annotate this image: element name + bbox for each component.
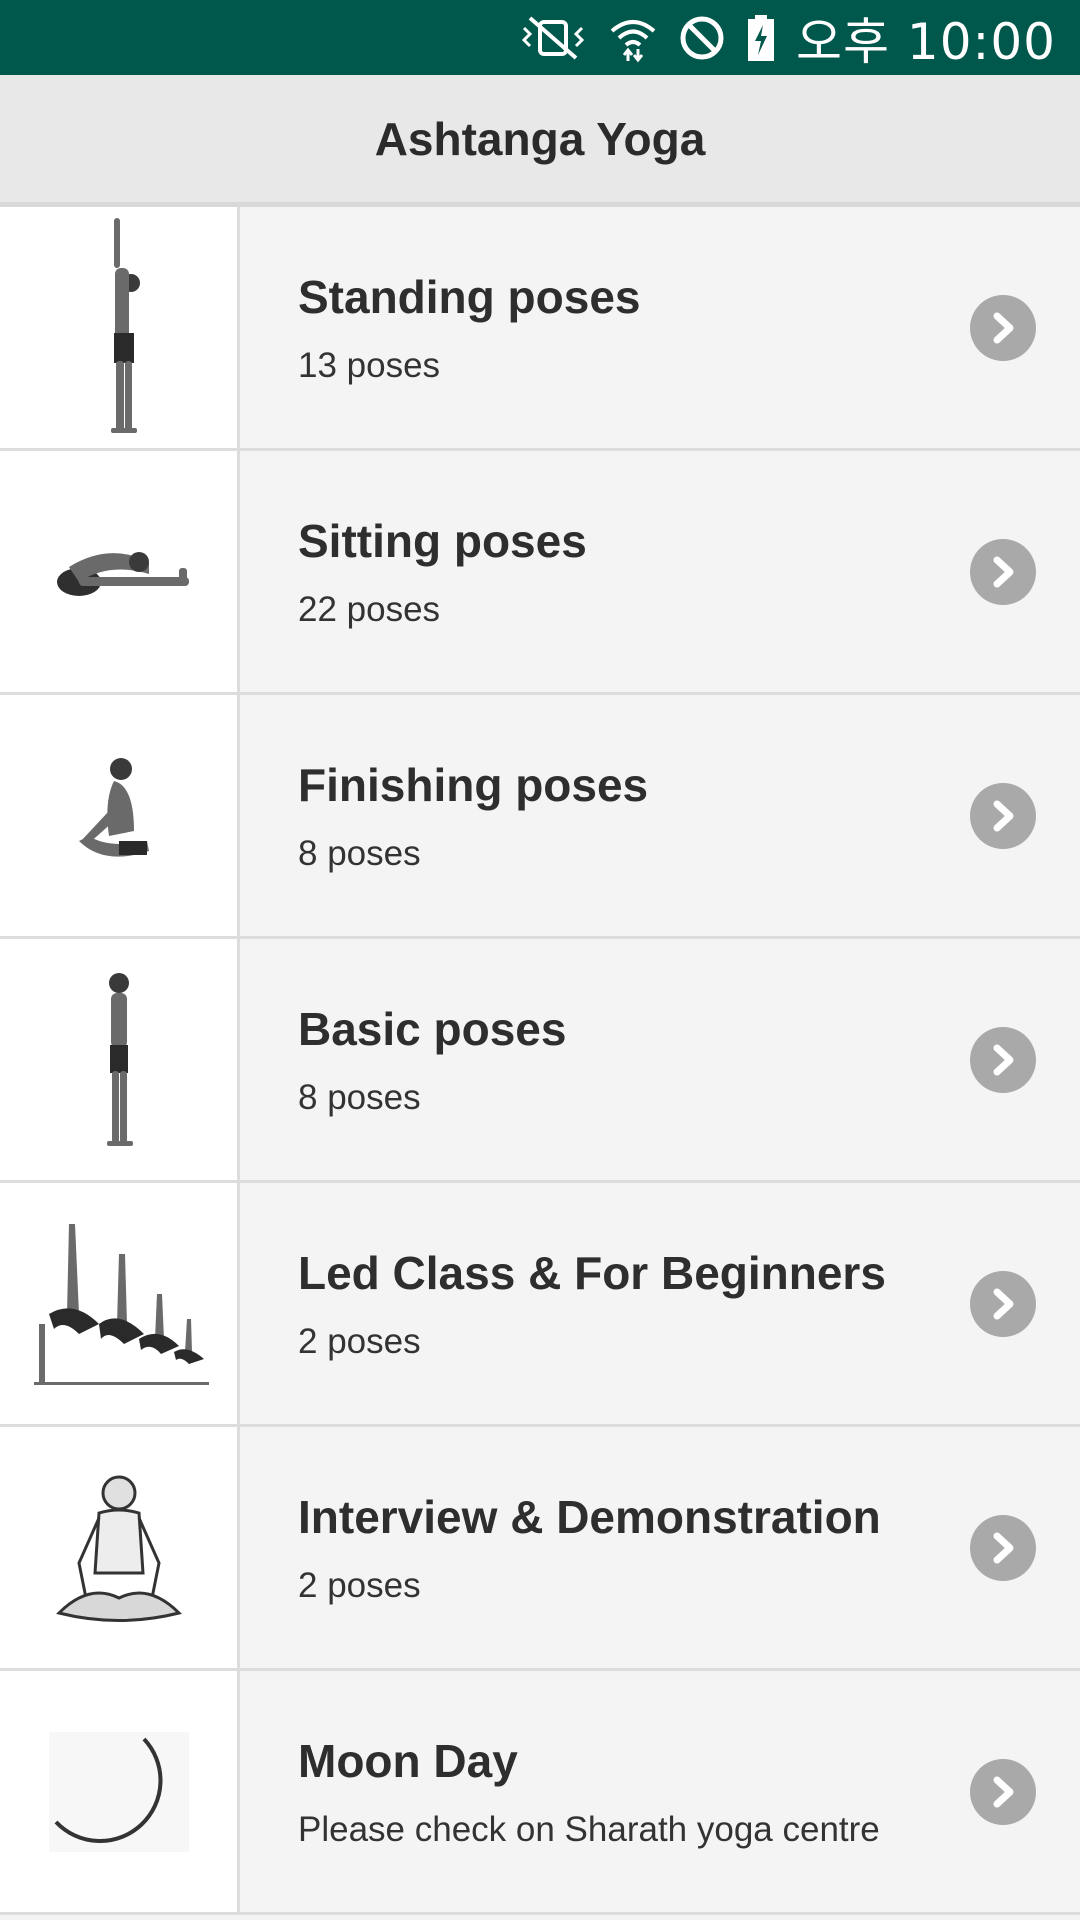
moon-image bbox=[0, 1671, 240, 1912]
list-item-basic-poses[interactable]: Basic poses 8 poses bbox=[0, 939, 1080, 1183]
category-list: Standing poses 13 poses Sitting poses 22… bbox=[0, 207, 1080, 1915]
item-subtitle: 22 poses bbox=[298, 589, 441, 629]
list-item-moon-day[interactable]: Moon Day Please check on Sharath yoga ce… bbox=[0, 1671, 1080, 1915]
list-item-interview[interactable]: Interview & Demonstration 2 poses bbox=[0, 1427, 1080, 1671]
list-item-led-class[interactable]: Led Class & For Beginners 2 poses bbox=[0, 1183, 1080, 1427]
item-subtitle: 8 poses bbox=[298, 1077, 421, 1117]
finishing-pose-image bbox=[0, 695, 240, 936]
page-title: Ashtanga Yoga bbox=[374, 112, 706, 165]
chevron-right-icon[interactable] bbox=[970, 1270, 1036, 1337]
chevron-right-icon[interactable] bbox=[970, 1026, 1036, 1093]
chevron-right-icon[interactable] bbox=[970, 782, 1036, 849]
led-class-image bbox=[0, 1183, 240, 1424]
status-bar: 오후 10:00 bbox=[0, 0, 1080, 75]
item-subtitle: Please check on Sharath yoga centre bbox=[298, 1809, 880, 1849]
item-title: Led Class & For Beginners bbox=[298, 1246, 886, 1299]
vibrate-mute-icon bbox=[518, 15, 588, 60]
item-title: Basic poses bbox=[298, 1002, 567, 1055]
item-title: Finishing poses bbox=[298, 758, 649, 811]
item-title: Standing poses bbox=[298, 270, 641, 323]
item-title: Interview & Demonstration bbox=[298, 1490, 881, 1543]
sitting-pose-image bbox=[0, 451, 240, 692]
item-title: Moon Day bbox=[298, 1734, 518, 1787]
list-item-standing-poses[interactable]: Standing poses 13 poses bbox=[0, 207, 1080, 451]
list-item-finishing-poses[interactable]: Finishing poses 8 poses bbox=[0, 695, 1080, 939]
item-subtitle: 2 poses bbox=[298, 1321, 421, 1361]
app-title-bar: Ashtanga Yoga bbox=[0, 75, 1080, 207]
item-subtitle: 2 poses bbox=[298, 1565, 421, 1605]
item-subtitle: 13 poses bbox=[298, 345, 441, 385]
item-title: Sitting poses bbox=[298, 514, 587, 567]
interview-image bbox=[0, 1427, 240, 1668]
chevron-right-icon[interactable] bbox=[970, 538, 1036, 605]
battery-charging-icon bbox=[746, 14, 776, 62]
standing-pose-image bbox=[0, 207, 240, 448]
wifi-icon bbox=[608, 13, 658, 63]
basic-pose-image bbox=[0, 939, 240, 1180]
chevron-right-icon[interactable] bbox=[970, 294, 1036, 361]
item-subtitle: 8 poses bbox=[298, 833, 421, 873]
chevron-right-icon[interactable] bbox=[970, 1758, 1036, 1825]
status-time: 오후 10:00 bbox=[796, 12, 1056, 71]
do-not-disturb-icon bbox=[678, 14, 726, 62]
chevron-right-icon[interactable] bbox=[970, 1514, 1036, 1581]
list-item-sitting-poses[interactable]: Sitting poses 22 poses bbox=[0, 451, 1080, 695]
